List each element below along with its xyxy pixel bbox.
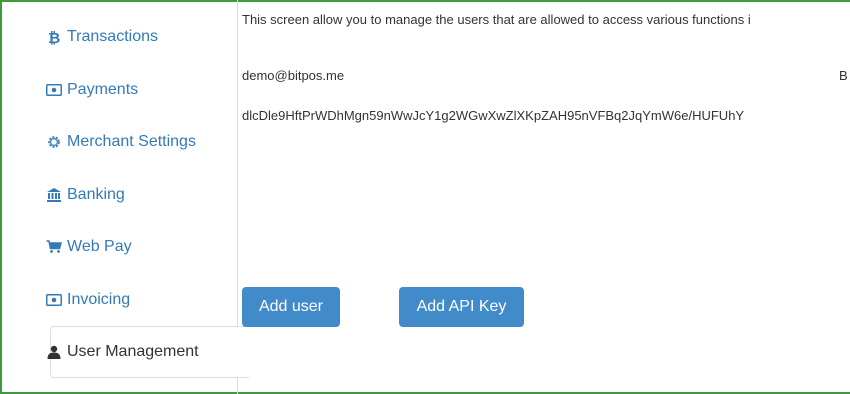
add-user-button[interactable]: Add user (242, 287, 340, 327)
user-icon (46, 344, 62, 360)
add-api-key-button[interactable]: Add API Key (399, 287, 524, 327)
sidebar-item-invoicing[interactable]: Invoicing (46, 285, 130, 315)
sidebar-item-payments[interactable]: Payments (46, 75, 138, 105)
gear-icon (46, 134, 62, 150)
shopping-cart-icon (46, 239, 62, 255)
user-email: demo@bitpos.me (242, 68, 345, 83)
sidebar-item-label: Banking (67, 186, 125, 203)
bitcoin-icon: ₿ (46, 29, 62, 45)
sidebar-nav: ₿ Transactions Payments Merchant Setting… (10, 0, 249, 394)
bank-icon (46, 187, 62, 203)
api-key-value: dlcDle9HftPrWDhMgn59nWwJcY1g2WGwXwZlXKpZ… (242, 108, 745, 123)
sidebar-item-web-pay[interactable]: Web Pay (46, 232, 132, 262)
user-management-panel: This screen allow you to manage the user… (242, 0, 850, 394)
sidebar-item-user-management[interactable]: User Management (46, 337, 199, 367)
user-role-cell: B (839, 68, 848, 83)
sidebar-item-label: Invoicing (67, 291, 131, 308)
sidebar-item-label: Transactions (67, 28, 158, 45)
intro-text: This screen allow you to manage the user… (242, 12, 751, 27)
sidebar-item-label: Web Pay (67, 238, 132, 255)
sidebar-item-transactions[interactable]: ₿ Transactions (46, 22, 158, 52)
sidebar-item-merchant-settings[interactable]: Merchant Settings (46, 127, 196, 157)
sidebar-item-label: Merchant Settings (67, 133, 196, 150)
sidebar-item-banking[interactable]: Banking (46, 180, 125, 210)
sidebar-item-label: User Management (67, 343, 199, 360)
svg-text:₿: ₿ (48, 29, 60, 45)
money-icon (46, 292, 62, 308)
sidebar-item-label: Payments (67, 81, 139, 98)
money-icon (46, 82, 62, 98)
